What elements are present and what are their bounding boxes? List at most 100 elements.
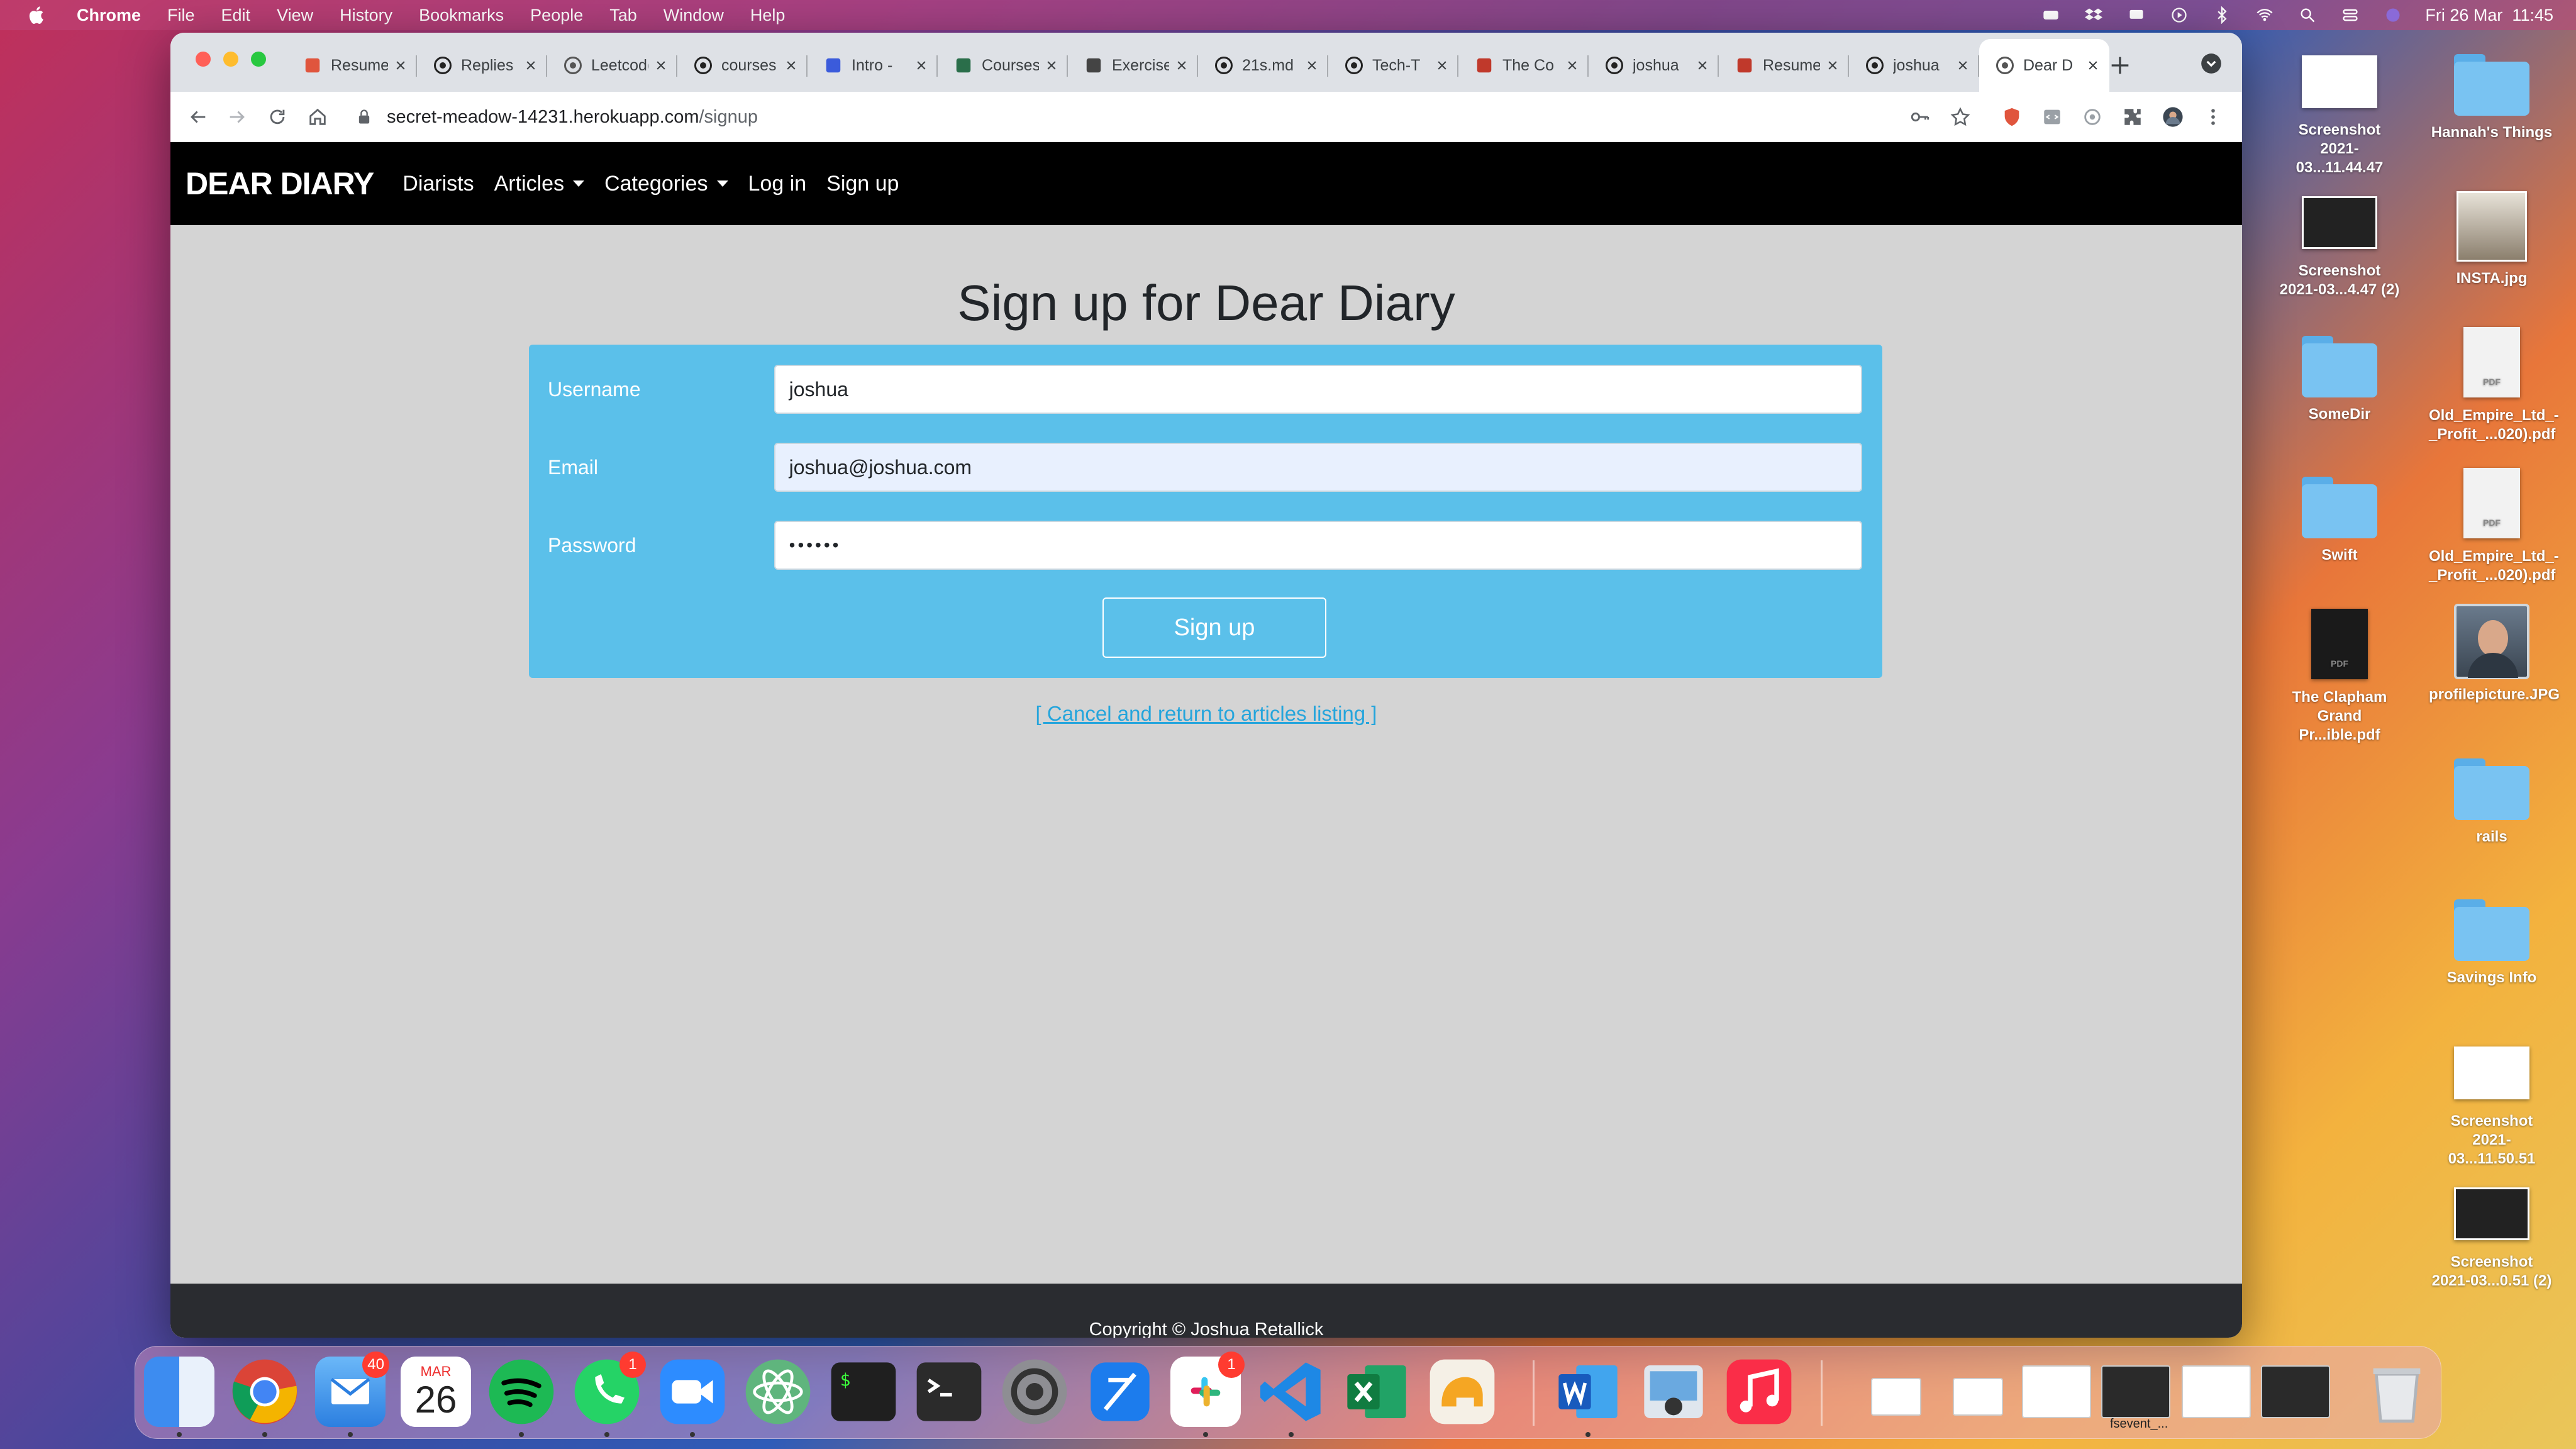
- minimized-window-preview-5[interactable]: [2261, 1365, 2330, 1418]
- desktop-icon-insta[interactable]: INSTA.jpg: [2429, 186, 2555, 288]
- menu-edit[interactable]: Edit: [221, 6, 251, 25]
- close-tab-icon[interactable]: [2085, 58, 2101, 73]
- music-icon[interactable]: [1724, 1357, 1794, 1427]
- close-tab-icon[interactable]: [1695, 58, 1710, 73]
- back-arrow-icon[interactable]: [184, 103, 212, 131]
- browser-tab[interactable]: Replies: [417, 39, 547, 92]
- desktop-icon-old-empire-pdf-2[interactable]: Old_Empire_Ltd_- _Profit_...020).pdf: [2429, 468, 2559, 585]
- chrome-icon[interactable]: [230, 1357, 300, 1427]
- close-tab-icon[interactable]: [914, 58, 929, 73]
- minimized-window-preview-2[interactable]: [1953, 1378, 2003, 1416]
- desktop-icon-somedir[interactable]: SomeDir: [2277, 332, 2402, 424]
- browser-tab[interactable]: Resume: [287, 39, 417, 92]
- username-input[interactable]: joshua: [774, 365, 1862, 414]
- close-tab-icon[interactable]: [784, 58, 799, 73]
- system-preferences-icon[interactable]: [999, 1357, 1070, 1427]
- zoom-status-icon[interactable]: [2040, 6, 2062, 24]
- browser-tab[interactable]: Courses: [938, 39, 1068, 92]
- slack-icon[interactable]: 1: [1170, 1352, 1245, 1427]
- terminal-icon[interactable]: [914, 1357, 984, 1427]
- bookmark-star-icon[interactable]: [1946, 103, 1974, 131]
- wifi-icon[interactable]: [2254, 6, 2275, 24]
- browser-tab[interactable]: Tech-T: [1328, 39, 1458, 92]
- browser-tab[interactable]: The Co: [1458, 39, 1589, 92]
- desktop-icon-old-empire-pdf-1[interactable]: Old_Empire_Ltd_- _Profit_...020).pdf: [2429, 327, 2559, 444]
- maximize-window-button[interactable]: [251, 52, 266, 67]
- minimized-fsevent-window[interactable]: [2101, 1365, 2170, 1418]
- email-input[interactable]: joshua@joshua.com: [774, 443, 1862, 492]
- nav-categories-dropdown[interactable]: Categories: [604, 172, 728, 196]
- whatsapp-icon[interactable]: 1: [572, 1352, 646, 1427]
- close-tab-icon[interactable]: [393, 58, 408, 73]
- play-status-icon[interactable]: [2168, 6, 2190, 24]
- extension-circle-icon[interactable]: [2079, 103, 2106, 131]
- tab-search-icon[interactable]: [2199, 52, 2223, 75]
- spotify-icon[interactable]: [486, 1357, 557, 1427]
- nav-articles-dropdown[interactable]: Articles: [494, 172, 585, 196]
- cancel-return-link[interactable]: [ Cancel and return to articles listing …: [1036, 702, 1377, 725]
- menu-file[interactable]: File: [167, 6, 195, 25]
- close-tab-icon[interactable]: [653, 58, 669, 73]
- calendar-icon[interactable]: MAR 26: [401, 1357, 471, 1427]
- close-tab-icon[interactable]: [1825, 58, 1840, 73]
- browser-tab[interactable]: Intro -: [808, 39, 938, 92]
- signup-submit-button[interactable]: Sign up: [1102, 597, 1326, 658]
- atom-icon[interactable]: [743, 1357, 813, 1427]
- close-tab-icon[interactable]: [1174, 58, 1189, 73]
- bluetooth-icon[interactable]: [2211, 6, 2233, 24]
- dropbox-icon[interactable]: [2083, 6, 2104, 24]
- mail-icon[interactable]: 40: [315, 1352, 389, 1427]
- desktop-icon-swift[interactable]: Swift: [2277, 473, 2402, 565]
- profile-avatar[interactable]: [2159, 103, 2187, 131]
- zoom-icon[interactable]: [657, 1357, 728, 1427]
- menu-history[interactable]: History: [340, 6, 392, 25]
- desktop-icon-profilepicture[interactable]: profilepicture.JPG: [2429, 604, 2560, 704]
- menu-window[interactable]: Window: [663, 6, 724, 25]
- desktop-icon-clapham-pdf[interactable]: The Clapham Grand Pr...ible.pdf: [2277, 609, 2402, 745]
- menu-view[interactable]: View: [277, 6, 313, 25]
- more-menu-icon[interactable]: [2199, 103, 2227, 131]
- minimized-window-preview-1[interactable]: [1871, 1378, 1921, 1416]
- browser-tab[interactable]: Resume: [1719, 39, 1849, 92]
- browser-tab[interactable]: joshua: [1849, 39, 1979, 92]
- spotlight-search-icon[interactable]: [2297, 6, 2318, 24]
- close-tab-icon[interactable]: [1044, 58, 1059, 73]
- minimized-window-preview-3[interactable]: [2022, 1365, 2091, 1418]
- menu-help[interactable]: Help: [750, 6, 786, 25]
- close-window-button[interactable]: [196, 52, 211, 67]
- extensions-puzzle-icon[interactable]: [2119, 103, 2146, 131]
- control-center-icon[interactable]: [2340, 6, 2361, 24]
- browser-tab[interactable]: joshua: [1589, 39, 1719, 92]
- minimize-window-button[interactable]: [223, 52, 238, 67]
- messages-status-icon[interactable]: [2126, 6, 2147, 24]
- word-icon[interactable]: [1553, 1357, 1623, 1427]
- browser-tab[interactable]: Leetcode: [547, 39, 677, 92]
- menu-bookmarks[interactable]: Bookmarks: [419, 6, 504, 25]
- desktop-icon-savings-info[interactable]: Savings Info: [2429, 896, 2555, 987]
- browser-tab[interactable]: 21s.md: [1198, 39, 1328, 92]
- desktop-icon-hannahs-things[interactable]: Hannah's Things: [2429, 50, 2555, 142]
- menu-tab[interactable]: Tab: [609, 6, 637, 25]
- password-input[interactable]: ••••••: [774, 521, 1862, 570]
- close-tab-icon[interactable]: [523, 58, 538, 73]
- tableplus-elephant-icon[interactable]: [1427, 1357, 1497, 1427]
- desktop-icon-rails[interactable]: rails: [2429, 755, 2555, 847]
- shield-extension-icon[interactable]: [1998, 103, 2026, 131]
- apple-menu-icon[interactable]: [26, 4, 52, 26]
- close-tab-icon[interactable]: [1304, 58, 1319, 73]
- home-icon[interactable]: [304, 103, 331, 131]
- browser-tab[interactable]: courses: [677, 39, 808, 92]
- devtools-extension-icon[interactable]: [2038, 103, 2066, 131]
- desktop-icon-screenshot-1[interactable]: Screenshot 2021-03...11.44.47: [2277, 50, 2402, 177]
- close-tab-icon[interactable]: [1955, 58, 1970, 73]
- iterm-icon[interactable]: $: [828, 1357, 899, 1427]
- nav-signup[interactable]: Sign up: [826, 172, 899, 196]
- forward-arrow-icon[interactable]: [223, 103, 251, 131]
- browser-tab[interactable]: Exercise: [1068, 39, 1198, 92]
- reload-icon[interactable]: [264, 103, 291, 131]
- minimized-window-preview-4[interactable]: [2182, 1365, 2251, 1418]
- desktop-icon-screenshot-4[interactable]: Screenshot 2021-03...0.51 (2): [2429, 1182, 2555, 1291]
- menu-clock[interactable]: Fri 26 Mar 11:45: [2425, 6, 2553, 25]
- siri-icon[interactable]: [2382, 6, 2404, 24]
- finder-icon[interactable]: [144, 1357, 214, 1427]
